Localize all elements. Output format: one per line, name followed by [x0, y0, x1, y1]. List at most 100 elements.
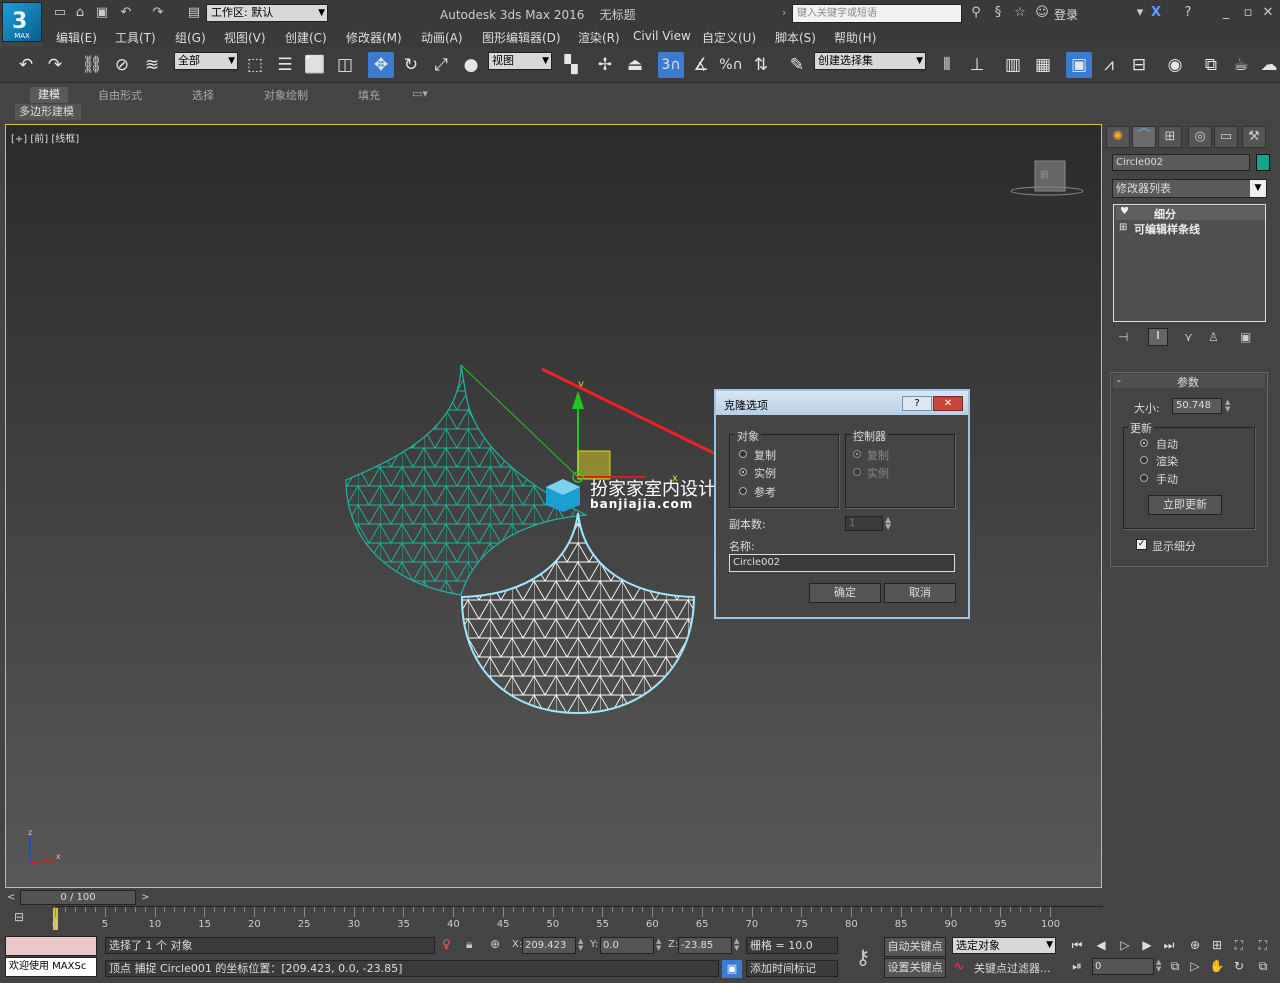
zoom-all-icon[interactable]: ⊞ [1208, 936, 1226, 954]
select-object-icon[interactable]: ⬚ [242, 52, 268, 78]
gizmo-y-arrow[interactable] [572, 391, 584, 409]
restore-icon[interactable]: ▫ [1240, 5, 1256, 21]
radio-controller-instance[interactable] [853, 468, 861, 476]
tab-selection[interactable]: 选择 [192, 87, 214, 103]
show-subdiv-checkbox[interactable]: ✓ [1136, 539, 1147, 550]
tab-populate[interactable]: 填充 [358, 87, 380, 103]
ribbon-options-icon[interactable]: ▭▾ [412, 87, 428, 103]
login-link[interactable]: 登录 [1054, 6, 1078, 23]
copies-spinner[interactable]: ▲ ▼ [885, 516, 891, 531]
z-spinner[interactable]: ▲ ▼ [734, 938, 739, 952]
menu-animation[interactable]: 动画(A) [421, 29, 463, 46]
help-button[interactable]: ? [902, 396, 932, 411]
create-tab-icon[interactable]: ✺ [1106, 126, 1130, 148]
toggle-ribbon-icon[interactable]: ▦ [1030, 52, 1056, 78]
redo-icon[interactable]: ↷ [150, 5, 166, 21]
snap-3d-icon[interactable]: 3∩ [658, 52, 684, 78]
select-rotate-icon[interactable]: ↻ [398, 52, 424, 78]
ref-coord-dropdown[interactable]: 视图 ▼ [488, 52, 552, 70]
orbit-icon[interactable]: ↻ [1230, 957, 1248, 975]
menu-modifiers[interactable]: 修改器(M) [346, 29, 402, 46]
absolute-mode-icon[interactable]: ⊕ [490, 937, 500, 951]
tab-modeling[interactable]: 建模 [30, 87, 68, 103]
schematic-view-icon[interactable]: ⊟ [1126, 52, 1152, 78]
lightbulb-icon[interactable]: ♥ [1120, 206, 1129, 217]
field-of-view-icon[interactable]: ▷ [1186, 957, 1204, 975]
current-frame-field[interactable]: 0 [1092, 958, 1154, 975]
maxscript-listener-mini[interactable] [5, 936, 97, 956]
app-menu-button[interactable]: 3 MAX [2, 2, 42, 42]
minimize-icon[interactable]: _ [1218, 5, 1234, 21]
goto-end-icon[interactable]: ⏭ [1160, 936, 1178, 954]
next-frame-icon[interactable]: ▶ [1138, 936, 1156, 954]
named-selection-dropdown[interactable]: 创建选择集 ▼ [814, 52, 926, 70]
menu-create[interactable]: 创建(C) [285, 29, 327, 46]
pan-icon[interactable]: ✋ [1208, 957, 1226, 975]
key-mode-toggle-icon[interactable]: ⏯ [1068, 957, 1086, 975]
object-color-swatch[interactable] [1256, 154, 1270, 171]
edit-named-sel-icon[interactable]: ✎ [784, 52, 810, 78]
close-button[interactable]: ✕ [933, 396, 963, 411]
rect-selection-icon[interactable]: ⬜ [302, 52, 328, 78]
zoom-icon[interactable]: ⊕ [1186, 936, 1204, 954]
menu-graph-editors[interactable]: 图形编辑器(D) [482, 29, 561, 46]
radio-update-render[interactable] [1140, 456, 1148, 464]
track-bar-toggle-icon[interactable]: ⊟ [14, 910, 24, 924]
percent-snap-icon[interactable]: %∩ [718, 52, 744, 78]
lock-selection-icon[interactable]: 🔒︎ [466, 937, 472, 952]
user-icon[interactable]: ☺ [1034, 5, 1050, 21]
material-editor-icon[interactable]: ◉ [1162, 52, 1188, 78]
time-tag-icon[interactable]: ▣ [722, 960, 742, 978]
x-spinner[interactable]: ▲ ▼ [578, 938, 583, 952]
time-config-icon[interactable]: ⧉ [1166, 957, 1184, 975]
binoculars-icon[interactable]: ⚲ [968, 5, 984, 21]
play-icon[interactable]: ▷ [1116, 936, 1134, 954]
star-icon[interactable]: ☆ [1012, 5, 1028, 21]
y-spinner[interactable]: ▲ ▼ [656, 938, 661, 952]
y-coordinate-field[interactable]: 0.0 [600, 937, 654, 954]
modifier-list-dropdown[interactable]: 修改器列表 ▼ [1112, 179, 1267, 198]
radio-object-instance[interactable] [739, 468, 747, 476]
undo-icon[interactable]: ↶ [118, 5, 134, 21]
mirror-icon[interactable]: ⫴ [934, 52, 960, 78]
radio-object-reference[interactable] [739, 487, 747, 495]
zoom-extents-icon[interactable]: ⛶ [1230, 936, 1248, 954]
rendered-frame-icon[interactable]: ☕ [1228, 52, 1254, 78]
menu-group[interactable]: 组(G) [175, 29, 206, 46]
select-scale-icon[interactable]: ⤢ [428, 52, 454, 78]
align-icon[interactable]: ⊥ [964, 52, 990, 78]
menu-tools[interactable]: 工具(T) [115, 29, 156, 46]
tab-freeform[interactable]: 自由形式 [98, 87, 142, 103]
undo-icon[interactable]: ↶ [13, 52, 39, 78]
link-icon[interactable]: ⛓ [79, 52, 105, 78]
select-move-icon[interactable]: ✥ [368, 52, 394, 78]
help-icon[interactable]: ? [1180, 5, 1196, 21]
search-input[interactable]: 键入关键字或短语 [792, 4, 962, 23]
set-key-button[interactable]: 设置关键点 [884, 958, 946, 978]
z-coordinate-field[interactable]: -23.85 [678, 937, 732, 954]
object-name-field[interactable]: Circle002 [1112, 154, 1250, 171]
modify-tab-icon[interactable]: ⌒ [1132, 126, 1156, 148]
display-tab-icon[interactable]: ▭ [1214, 126, 1238, 148]
select-by-name-icon[interactable]: ☰ [272, 52, 298, 78]
configure-sets-icon[interactable]: ▣ [1240, 330, 1251, 344]
hierarchy-tab-icon[interactable]: ⊞ [1158, 126, 1182, 148]
name-input[interactable]: Circle002 [729, 554, 955, 572]
expand-icon[interactable]: ⊞ [1119, 222, 1127, 233]
unlink-icon[interactable]: ⊘ [109, 52, 135, 78]
angle-snap-icon[interactable]: ∡ [688, 52, 714, 78]
menu-help[interactable]: 帮助(H) [834, 29, 876, 46]
redo-icon[interactable]: ↷ [42, 52, 68, 78]
pin-stack-icon[interactable]: ⊣ [1118, 330, 1128, 344]
slider-prev-icon[interactable]: < [7, 892, 15, 903]
stack-item-subdivide[interactable]: 细分 [1154, 206, 1280, 221]
radio-update-auto[interactable] [1140, 439, 1148, 447]
pivot-center-icon[interactable]: ▚ [558, 52, 584, 78]
menu-scripting[interactable]: 脚本(S) [775, 29, 816, 46]
chevron-down-icon[interactable]: ▾ [1132, 5, 1148, 21]
slider-next-icon[interactable]: > [141, 892, 149, 903]
remove-modifier-icon[interactable]: ♙ [1208, 330, 1219, 344]
project-folder-icon[interactable]: ▤ [186, 5, 202, 21]
menu-edit[interactable]: 编辑(E) [56, 29, 97, 46]
render-production-icon[interactable]: ☁ [1256, 52, 1280, 78]
